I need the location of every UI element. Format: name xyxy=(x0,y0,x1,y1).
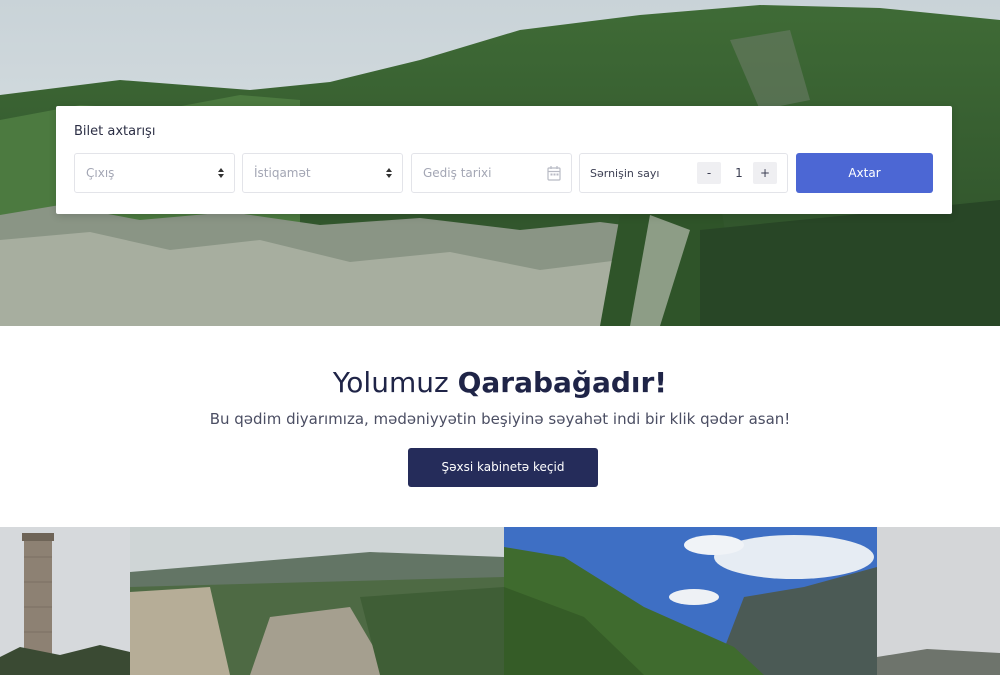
gallery-image-canyon[interactable] xyxy=(130,527,504,675)
search-button[interactable]: Axtar xyxy=(796,153,933,193)
promo-subtitle: Bu qədim diyarımıza, mədəniyyətin beşiyi… xyxy=(209,410,791,428)
departure-date-field[interactable]: Gediş tarixi xyxy=(411,153,572,193)
destination-select[interactable]: İstiqamət xyxy=(242,153,403,193)
increase-passenger-button[interactable]: + xyxy=(753,162,777,184)
passenger-count-value[interactable]: 1 xyxy=(734,166,744,180)
gallery-image-misty-hills[interactable] xyxy=(877,527,1000,675)
departure-select[interactable]: Çıxış xyxy=(74,153,235,193)
gallery-image-forest[interactable] xyxy=(504,527,877,675)
calendar-icon xyxy=(547,166,561,181)
departure-placeholder: Çıxış xyxy=(86,166,115,180)
passenger-count-stepper: Sərnişin sayı - 1 + xyxy=(579,153,788,193)
sort-arrows-icon xyxy=(218,168,224,178)
promo-headline: Yolumuz Qarabağadır! xyxy=(0,366,1000,399)
ticket-search-panel: Bilet axtarışı Çıxış İstiqamət Gediş tar… xyxy=(56,106,952,214)
personal-cabinet-button[interactable]: Şəxsi kabinetə keçid xyxy=(408,448,598,487)
date-placeholder: Gediş tarixi xyxy=(423,166,492,180)
decrease-passenger-button[interactable]: - xyxy=(697,162,721,184)
search-panel-title: Bilet axtarışı xyxy=(74,124,156,139)
passenger-label: Sərnişin sayı xyxy=(590,167,660,180)
sort-arrows-icon xyxy=(386,168,392,178)
headline-bold: Qarabağadır! xyxy=(457,366,668,399)
destination-placeholder: İstiqamət xyxy=(254,166,311,180)
gallery-image-tower[interactable] xyxy=(0,527,130,675)
headline-regular: Yolumuz xyxy=(332,366,458,399)
photo-gallery xyxy=(0,527,1000,675)
